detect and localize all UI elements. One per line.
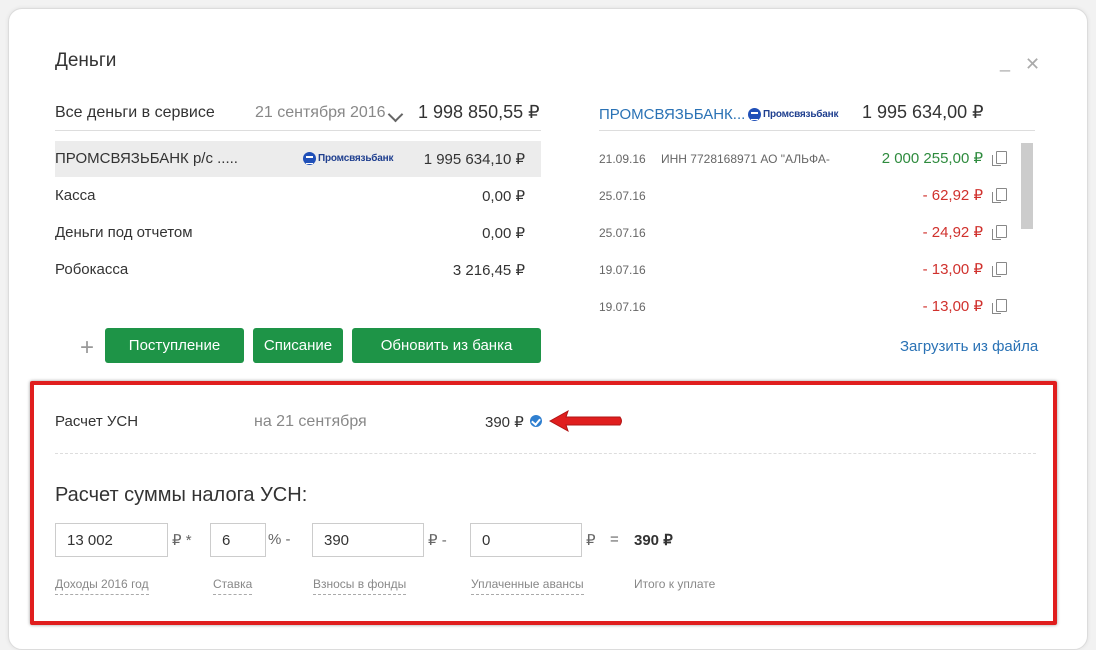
scrollbar-thumb[interactable]: [1021, 143, 1033, 229]
advances-caption[interactable]: Уплаченные авансы: [471, 577, 584, 595]
income-input[interactable]: 13 002: [55, 523, 168, 557]
currency-multiply-sign: ₽ *: [172, 532, 192, 549]
account-row[interactable]: Касса 0,00 ₽: [55, 178, 541, 214]
transaction-date: 19.07.16: [599, 263, 646, 277]
summary-label: Все деньги в сервисе: [55, 104, 215, 121]
transaction-row[interactable]: 21.09.16 ИНН 7728168971 АО "АЛЬФА- 2 000…: [599, 149, 1011, 169]
account-value: 3 216,45 ₽: [452, 262, 525, 279]
account-row[interactable]: ПРОМСВЯЗЬБАНК р/с ..... Промсвязьбанк 1 …: [55, 141, 541, 177]
rate-input[interactable]: 6: [210, 523, 266, 557]
bank-logo-icon: Промсвязьбанк: [748, 108, 838, 121]
calc-title: Расчет суммы налога УСН:: [55, 484, 308, 506]
divider: [55, 130, 541, 131]
refresh-from-bank-button[interactable]: Обновить из банка: [352, 328, 541, 363]
account-name: ПРОМСВЯЗЬБАНК р/с .....: [55, 150, 238, 167]
transaction-date: 19.07.16: [599, 300, 646, 314]
add-icon[interactable]: +: [80, 334, 94, 362]
transaction-amount: - 62,92 ₽: [922, 187, 983, 204]
summary-date-picker[interactable]: 21 сентября 2016: [255, 104, 386, 122]
bank-account-link[interactable]: ПРОМСВЯЗЬБАНК...: [599, 106, 745, 123]
copy-icon[interactable]: [992, 262, 1007, 277]
section-divider: [55, 453, 1036, 454]
close-icon[interactable]: ✕: [1025, 54, 1040, 75]
usn-label: Расчет УСН: [55, 413, 139, 430]
bank-balance: 1 995 634,00 ₽: [862, 102, 984, 122]
tax-result: 390 ₽: [634, 532, 673, 549]
account-name: Деньги под отчетом: [55, 224, 193, 241]
transaction-amount: 2 000 255,00 ₽: [881, 150, 983, 167]
summary-total: 1 998 850,55 ₽: [418, 102, 540, 122]
transaction-row[interactable]: 25.07.16 - 62,92 ₽: [599, 186, 1011, 206]
income-button[interactable]: Поступление: [105, 328, 244, 363]
account-value: 0,00 ₽: [482, 225, 525, 242]
contributions-input[interactable]: 390: [312, 523, 424, 557]
currency-minus-sign: ₽ -: [428, 532, 447, 549]
check-circle-icon: [530, 415, 542, 427]
transaction-row[interactable]: 25.07.16 - 24,92 ₽: [599, 223, 1011, 243]
minimize-button[interactable]: _: [1000, 52, 1010, 73]
transaction-date: 25.07.16: [599, 189, 646, 203]
rate-caption[interactable]: Ставка: [213, 577, 253, 595]
account-value: 0,00 ₽: [482, 188, 525, 205]
transaction-row[interactable]: 19.07.16 - 13,00 ₽: [599, 260, 1011, 280]
account-name: Касса: [55, 187, 96, 204]
upload-from-file-link[interactable]: Загрузить из файла: [900, 338, 1038, 355]
percent-minus-sign: % -: [268, 531, 291, 548]
transaction-amount: - 13,00 ₽: [922, 298, 983, 315]
contributions-caption[interactable]: Взносы в фонды: [313, 577, 407, 595]
transaction-date: 25.07.16: [599, 226, 646, 240]
transaction-amount: - 13,00 ₽: [922, 261, 983, 278]
usn-date: на 21 сентября: [254, 413, 367, 430]
advances-input[interactable]: 0: [470, 523, 582, 557]
transaction-amount: - 24,92 ₽: [922, 224, 983, 241]
copy-icon[interactable]: [992, 225, 1007, 240]
transaction-row[interactable]: 19.07.16 - 13,00 ₽: [599, 297, 1011, 317]
result-caption: Итого к уплате: [634, 577, 716, 591]
expense-button[interactable]: Списание: [253, 328, 343, 363]
usn-value[interactable]: 390 ₽: [485, 413, 524, 431]
red-arrow-icon: [548, 409, 622, 433]
account-name: Робокасса: [55, 261, 129, 278]
account-row[interactable]: Робокасса 3 216,45 ₽: [55, 252, 541, 288]
account-row[interactable]: Деньги под отчетом 0,00 ₽: [55, 215, 541, 251]
transaction-date: 21.09.16: [599, 152, 646, 166]
account-value: 1 995 634,10 ₽: [423, 151, 525, 168]
divider: [599, 130, 1035, 131]
widget-title: Деньги: [55, 50, 117, 71]
bank-logo-icon: Промсвязьбанк: [303, 152, 393, 165]
transaction-description: ИНН 7728168971 АО "АЛЬФА-: [661, 152, 830, 166]
copy-icon[interactable]: [992, 151, 1007, 166]
equals-sign: =: [610, 531, 619, 548]
copy-icon[interactable]: [992, 188, 1007, 203]
copy-icon[interactable]: [992, 299, 1007, 314]
income-caption[interactable]: Доходы 2016 год: [55, 577, 149, 595]
currency-sign: ₽: [586, 532, 596, 549]
